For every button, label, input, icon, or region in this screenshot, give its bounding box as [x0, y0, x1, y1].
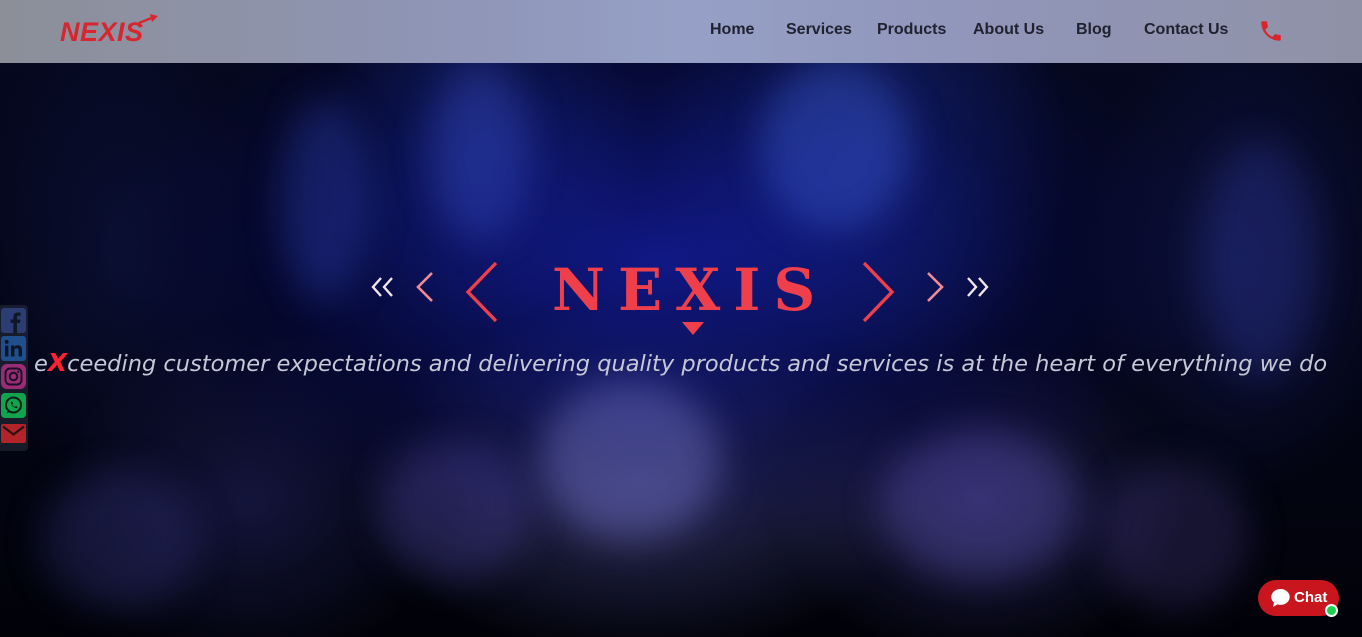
online-status-dot — [1325, 604, 1338, 617]
social-sidebar — [0, 305, 28, 451]
logo[interactable]: NEXIS — [60, 13, 160, 51]
email-icon[interactable] — [1, 421, 26, 446]
chevron-right-small-icon — [927, 272, 944, 302]
nav-products[interactable]: Products — [877, 21, 946, 39]
chevron-right-large-icon — [862, 261, 895, 323]
tagline-prefix: e — [34, 351, 48, 377]
double-chevron-right-icon — [967, 277, 989, 297]
tagline-rest: ceeding customer expectations and delive… — [67, 351, 1328, 377]
chevron-left-large-icon — [465, 261, 498, 323]
chat-label: Chat — [1294, 589, 1328, 606]
hero-tagline: eXceeding customer expectations and deli… — [34, 348, 1344, 379]
phone-icon[interactable] — [1258, 18, 1284, 44]
whatsapp-icon[interactable] — [1, 393, 26, 418]
nav-about-us[interactable]: About Us — [973, 21, 1044, 39]
logo-text: NEXIS — [60, 17, 144, 47]
logo-arrow-icon — [138, 14, 158, 25]
nav-contact-us[interactable]: Contact Us — [1144, 21, 1228, 39]
chevron-left-small-icon — [416, 272, 433, 302]
tagline-accent-x: X — [47, 348, 68, 377]
chat-bubble-icon — [1271, 589, 1290, 607]
site-header: NEXIS Home Services Products About Us Bl… — [0, 0, 1362, 63]
instagram-icon[interactable] — [1, 364, 26, 389]
nav-services[interactable]: Services — [786, 21, 852, 39]
triangle-down-icon — [682, 322, 704, 335]
nav-home[interactable]: Home — [710, 21, 754, 39]
facebook-icon[interactable] — [1, 308, 26, 333]
nav-blog[interactable]: Blog — [1076, 21, 1112, 39]
hero-brand-title: NEXIS — [552, 256, 829, 324]
linkedin-icon[interactable] — [1, 336, 26, 361]
double-chevron-left-icon — [371, 277, 393, 297]
